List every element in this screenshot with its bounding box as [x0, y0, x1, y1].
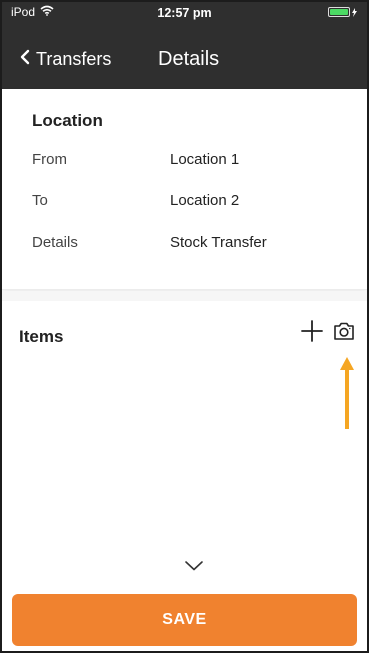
- row-value: Location 2: [170, 192, 240, 209]
- location-row-from: From Location 1: [32, 151, 357, 175]
- plus-icon[interactable]: [301, 320, 323, 342]
- page-title: Details: [158, 48, 220, 70]
- camera-icon[interactable]: [333, 321, 355, 341]
- nav-bar: Transfers Details: [2, 42, 367, 82]
- row-value: Stock Transfer: [170, 234, 267, 251]
- app-screen: iPod 12:57 pm Transfers Details Location…: [0, 0, 369, 653]
- items-section-title: Items: [19, 327, 64, 346]
- chevron-left-icon: [20, 49, 30, 70]
- row-value: Location 1: [170, 151, 240, 168]
- annotation-arrow: [337, 355, 357, 436]
- chevron-down-icon[interactable]: [185, 558, 203, 576]
- battery-icon: [328, 7, 357, 17]
- row-label: Details: [32, 234, 78, 251]
- location-section-title: Location: [32, 111, 103, 130]
- row-label: To: [32, 192, 48, 209]
- location-row-to: To Location 2: [32, 192, 357, 216]
- status-time: 12:57 pm: [157, 6, 212, 20]
- items-actions: [301, 320, 355, 342]
- location-card: Location From Location 1 To Location 2 D…: [2, 89, 367, 290]
- back-button[interactable]: Transfers: [20, 49, 111, 70]
- app-header: iPod 12:57 pm Transfers Details: [2, 2, 367, 89]
- back-label: Transfers: [36, 49, 112, 69]
- save-button[interactable]: SAVE: [12, 594, 357, 646]
- location-row-details: Details Stock Transfer: [32, 234, 357, 258]
- section-divider: [2, 291, 367, 301]
- status-bar: iPod 12:57 pm: [2, 2, 367, 24]
- row-label: From: [32, 151, 67, 168]
